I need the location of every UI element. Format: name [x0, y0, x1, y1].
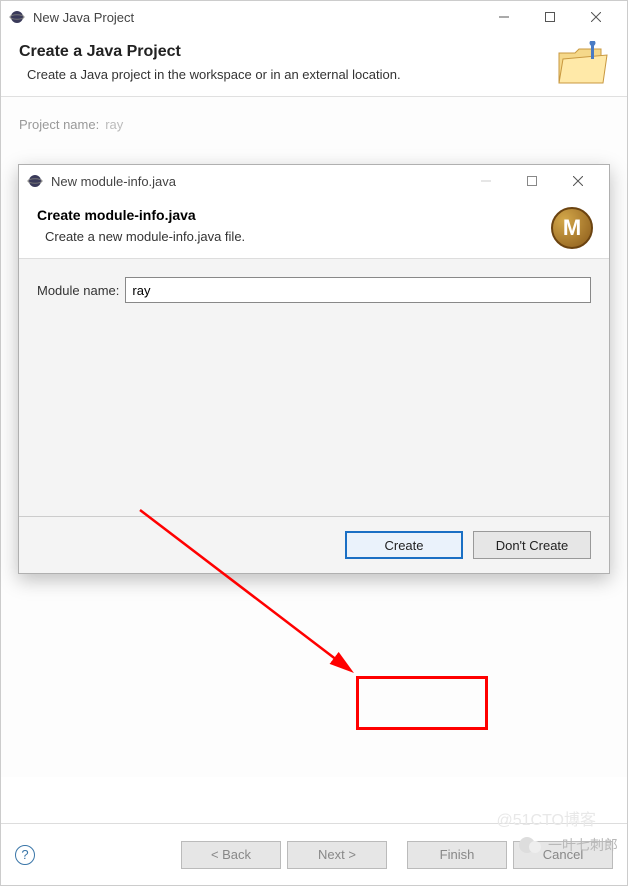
- modal-titlebar: New module-info.java: [19, 165, 609, 197]
- close-button[interactable]: [573, 2, 619, 32]
- module-badge-icon: M: [551, 207, 593, 249]
- module-name-input[interactable]: [125, 277, 591, 303]
- modal-banner-title: Create module-info.java: [37, 207, 591, 223]
- modal-body: Module name:: [19, 259, 609, 516]
- modal-banner: Create module-info.java Create a new mod…: [19, 197, 609, 259]
- project-name-label: Project name:: [19, 117, 99, 132]
- parent-banner: Create a Java Project Create a Java proj…: [1, 33, 627, 97]
- maximize-button[interactable]: [527, 2, 573, 32]
- watermark: 一叶七刺郎: [518, 834, 618, 856]
- help-icon[interactable]: ?: [15, 845, 35, 865]
- modal-maximize-button[interactable]: [509, 166, 555, 196]
- parent-window-title: New Java Project: [33, 10, 481, 25]
- finish-button[interactable]: Finish: [407, 841, 507, 869]
- modal-window-controls: [463, 166, 601, 196]
- project-name-row: Project name: ray: [19, 117, 609, 132]
- modal-close-button[interactable]: [555, 166, 601, 196]
- parent-titlebar: New Java Project: [1, 1, 627, 33]
- create-button[interactable]: Create: [345, 531, 463, 559]
- new-module-info-dialog: New module-info.java Create module-info.…: [18, 164, 610, 574]
- module-name-label: Module name:: [37, 283, 119, 298]
- eclipse-icon: [27, 173, 43, 189]
- modal-footer: Create Don't Create: [19, 516, 609, 573]
- banner-description: Create a Java project in the workspace o…: [19, 67, 609, 82]
- modal-window-title: New module-info.java: [51, 174, 463, 189]
- window-controls: [481, 2, 619, 32]
- modal-minimize-button[interactable]: [463, 166, 509, 196]
- banner-title: Create a Java Project: [19, 43, 609, 61]
- next-button[interactable]: Next >: [287, 841, 387, 869]
- project-name-value: ray: [105, 117, 123, 132]
- back-button[interactable]: < Back: [181, 841, 281, 869]
- dont-create-button[interactable]: Don't Create: [473, 531, 591, 559]
- minimize-button[interactable]: [481, 2, 527, 32]
- module-name-row: Module name:: [37, 277, 591, 303]
- watermark-ghost-text: @51CTO博客: [496, 806, 596, 830]
- watermark-text: 一叶七刺郎: [548, 835, 618, 855]
- folder-icon: [555, 41, 615, 91]
- eclipse-icon: [9, 9, 25, 25]
- wechat-icon: [518, 834, 544, 856]
- modal-banner-description: Create a new module-info.java file.: [37, 229, 591, 244]
